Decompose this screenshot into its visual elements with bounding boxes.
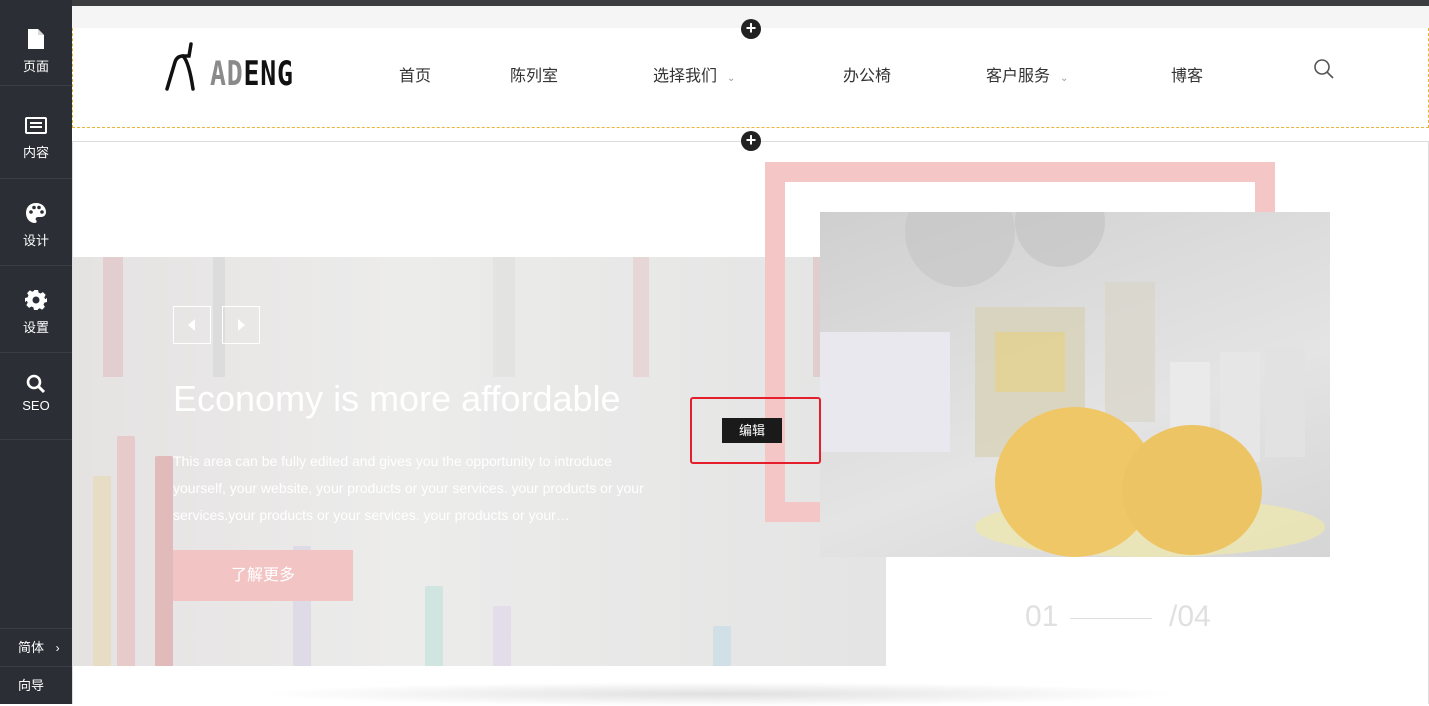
slider-prev-button[interactable] bbox=[173, 306, 211, 344]
nav-item-showroom[interactable]: 陈列室 bbox=[510, 62, 558, 86]
site-header[interactable]: ADENG 首页 陈列室 选择我们 ⌄ 办公椅 客户服务 ⌄ 博客 bbox=[72, 28, 1429, 128]
gear-icon bbox=[25, 290, 47, 310]
slide-counter-divider bbox=[1070, 618, 1152, 619]
caret-left-icon bbox=[188, 319, 195, 331]
sidebar-item-content[interactable]: 内容 bbox=[0, 93, 72, 179]
search-icon bbox=[26, 374, 46, 394]
sidebar-item-label: 设置 bbox=[22, 320, 49, 335]
sidebar-item-label: 内容 bbox=[22, 145, 49, 160]
slide-counter-total: /04 bbox=[1169, 600, 1211, 633]
guide-button[interactable]: 向导 bbox=[0, 666, 72, 704]
hero-description: This area can be fully edited and gives … bbox=[173, 453, 644, 523]
caret-right-icon bbox=[238, 319, 245, 331]
slide-counter-current: 01 bbox=[1025, 600, 1059, 633]
sidebar-item-design[interactable]: 设计 bbox=[0, 180, 72, 266]
guide-label: 向导 bbox=[18, 678, 45, 693]
add-section-button[interactable]: + bbox=[741, 19, 761, 39]
brand-logo[interactable]: ADENG bbox=[210, 54, 294, 94]
sidebar-item-label: 页面 bbox=[22, 59, 49, 74]
add-section-button[interactable]: + bbox=[741, 131, 761, 151]
chevron-down-icon: ⌄ bbox=[727, 73, 736, 84]
learn-more-button[interactable]: 了解更多 bbox=[173, 550, 353, 601]
language-label: 简体 bbox=[18, 640, 45, 655]
sidebar-item-label: SEO bbox=[22, 398, 50, 413]
hero-section[interactable]: Economy is more affordable This area can… bbox=[72, 141, 1429, 706]
chevron-right-icon: › bbox=[55, 641, 60, 655]
content-icon bbox=[25, 117, 47, 134]
next-section-shadow bbox=[253, 682, 1183, 706]
page-icon bbox=[28, 29, 44, 49]
hero-photo[interactable] bbox=[820, 212, 1330, 557]
chevron-down-icon: ⌄ bbox=[1060, 73, 1069, 84]
language-switcher[interactable]: 简体 › bbox=[0, 628, 72, 666]
search-icon[interactable] bbox=[1313, 58, 1335, 80]
sidebar-item-settings[interactable]: 设置 bbox=[0, 267, 72, 353]
edit-button[interactable]: 编辑 bbox=[722, 418, 782, 443]
editor-sidebar: 页面 内容 设计 设置 SEO 简体 › 向导 bbox=[0, 0, 72, 704]
slider-next-button[interactable] bbox=[222, 306, 260, 344]
sidebar-item-seo[interactable]: SEO bbox=[0, 354, 72, 440]
nav-item-why-us[interactable]: 选择我们 ⌄ bbox=[653, 62, 735, 86]
edit-selection-outline[interactable]: 编辑 bbox=[690, 397, 821, 464]
sidebar-item-label: 设计 bbox=[22, 233, 49, 248]
nav-item-customer-service[interactable]: 客户服务 ⌄ bbox=[986, 62, 1068, 86]
palette-icon bbox=[26, 203, 46, 223]
nav-item-home[interactable]: 首页 bbox=[399, 62, 431, 86]
nav-item-office-chairs[interactable]: 办公椅 bbox=[843, 62, 891, 86]
sidebar-item-page[interactable]: 页面 bbox=[0, 0, 72, 86]
hero-title: Economy is more affordable bbox=[173, 378, 621, 419]
nav-item-blog[interactable]: 博客 bbox=[1171, 62, 1203, 86]
